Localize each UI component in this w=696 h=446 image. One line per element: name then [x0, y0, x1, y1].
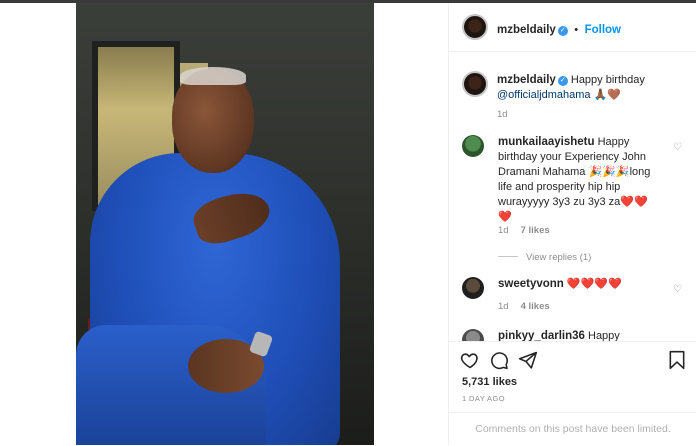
- author-line: mzbeldaily ✓ • Follow: [497, 20, 621, 38]
- post-side-panel: mzbeldaily ✓ • Follow mzbeldaily ✓ Happy b…: [448, 3, 696, 445]
- right-gutter: [374, 3, 448, 445]
- comment-body: Happy birthday your Experiency John Dram…: [498, 136, 651, 223]
- commenter-avatar[interactable]: [462, 277, 484, 299]
- view-replies-label[interactable]: View replies (1): [526, 252, 591, 263]
- comment-text: munkailaayishetu Happy birthday your Exp…: [498, 135, 660, 225]
- caption-mention[interactable]: @officialjdmahama: [497, 89, 591, 101]
- comment-username[interactable]: munkailaayishetu: [498, 136, 595, 148]
- caption-text: mzbeldaily ✓ Happy birthday @officialjdma…: [497, 73, 687, 103]
- author-username[interactable]: mzbeldaily: [497, 24, 556, 36]
- caption-time: 1d: [497, 109, 508, 120]
- verified-badge-icon: ✓: [557, 26, 568, 36]
- comment-meta: 1d 7 likes: [498, 225, 550, 236]
- comment-like-heart-icon[interactable]: ♡: [673, 143, 683, 153]
- share-icon[interactable]: [518, 350, 538, 370]
- author-avatar[interactable]: [462, 14, 488, 40]
- comment-likes[interactable]: 4 likes: [521, 301, 550, 312]
- comment-body: ❤️❤️❤️❤️: [566, 278, 622, 290]
- heart-icon[interactable]: [460, 350, 480, 370]
- post-age: 1 day ago: [462, 394, 505, 403]
- commenter-avatar[interactable]: [462, 135, 484, 157]
- caption-username[interactable]: mzbeldaily: [497, 74, 556, 86]
- comment-meta: 1d 4 likes: [498, 301, 550, 312]
- replies-dash: [498, 256, 518, 257]
- comment-text: sweetyvonn ❤️❤️❤️❤️: [498, 277, 660, 292]
- comment-username[interactable]: sweetyvonn: [498, 278, 564, 290]
- separator-dot: •: [574, 24, 579, 36]
- post-photo[interactable]: [76, 3, 374, 445]
- post-actions-bar: 5,731 likes 1 day ago Comments on this p…: [449, 341, 696, 445]
- post-header: mzbeldaily ✓ • Follow: [449, 3, 696, 52]
- like-count[interactable]: 5,731 likes: [462, 376, 517, 388]
- comment-likes[interactable]: 7 likes: [521, 225, 550, 236]
- caption-body: Happy birthday: [570, 74, 645, 86]
- caption-avatar[interactable]: [462, 71, 488, 97]
- comment-icon[interactable]: [489, 350, 509, 370]
- verified-badge-icon: ✓: [557, 76, 568, 86]
- bookmark-icon[interactable]: [667, 350, 687, 370]
- comment-like-heart-icon[interactable]: ♡: [673, 285, 683, 295]
- view-replies[interactable]: View replies (1): [498, 252, 591, 263]
- follow-button[interactable]: Follow: [585, 24, 621, 36]
- caption-emoji: 🙏🏾🤎: [593, 89, 621, 101]
- left-gutter: [0, 3, 76, 445]
- comment-time: 1d: [498, 301, 509, 312]
- comment-time: 1d: [498, 225, 509, 236]
- comments-limited-notice: Comments on this post have been limited.: [449, 412, 696, 446]
- person-hair: [180, 67, 246, 85]
